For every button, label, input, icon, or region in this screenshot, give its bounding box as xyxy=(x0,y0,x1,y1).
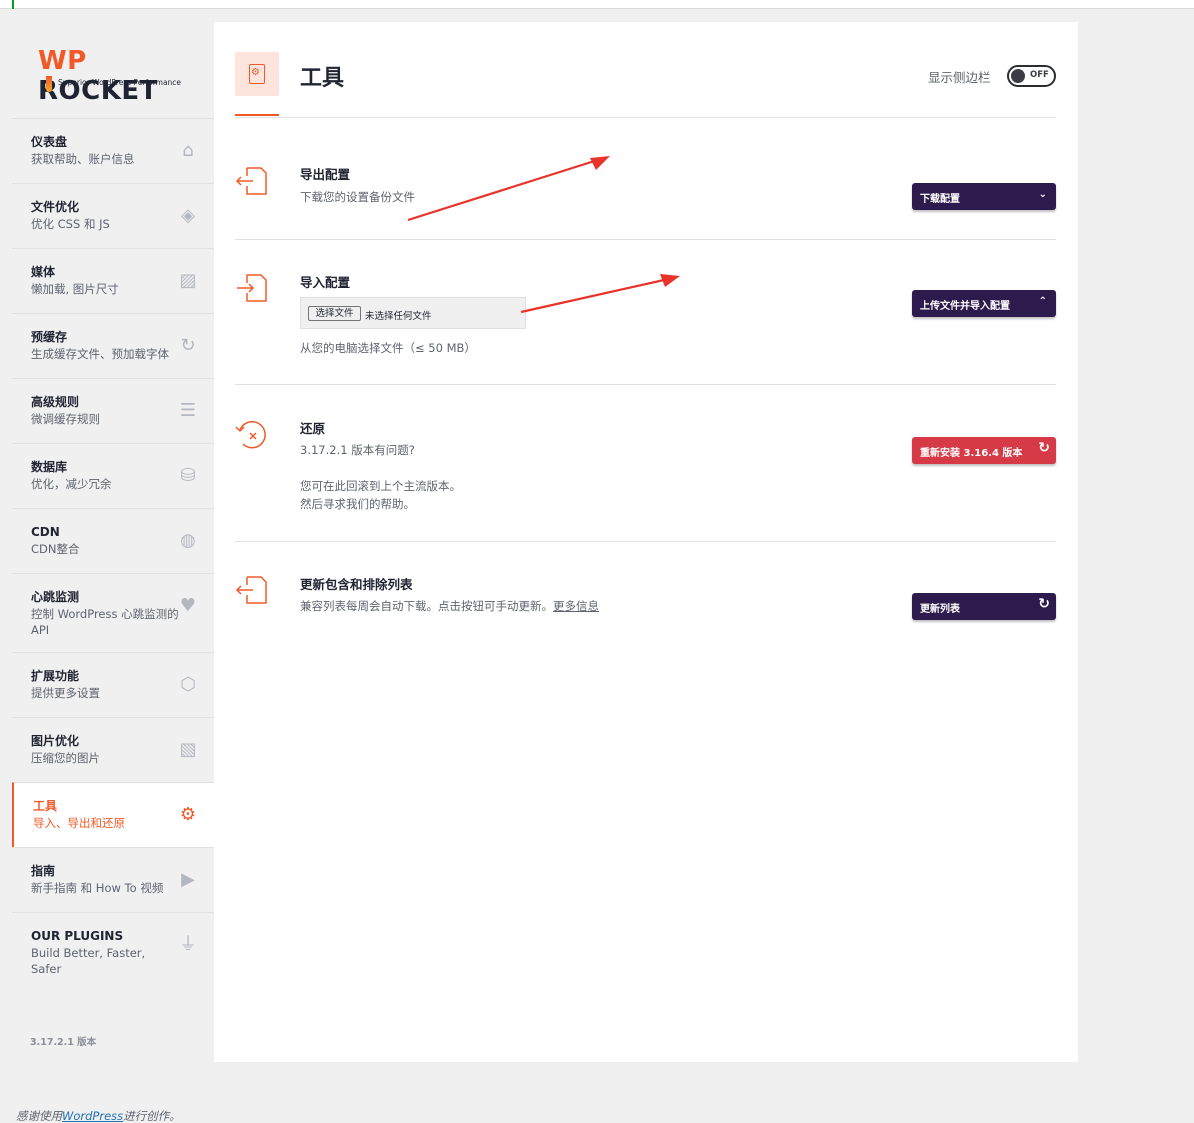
download-settings-button[interactable]: 下载配置 ⌄ xyxy=(912,183,1056,210)
home-icon: ⌂ xyxy=(182,140,194,161)
sidebar: WP ROCKET Superior WordPress Performance… xyxy=(12,22,214,1062)
images-icon: ▧ xyxy=(179,739,197,760)
divider xyxy=(235,117,1056,118)
sidebar-item-image-optimization[interactable]: 图片优化 压缩您的图片 ▧ xyxy=(12,717,214,782)
restore-version-issue: 3.17.2.1 版本有问题? xyxy=(300,443,415,457)
divider xyxy=(235,384,1056,385)
restore-title: 还原 xyxy=(300,421,326,436)
sidebar-item-tutorials[interactable]: 指南 新手指南 和 How To 视频 ▶ xyxy=(12,847,214,912)
globe-hand-icon: ◍ xyxy=(180,530,196,551)
sidebar-item-dashboard[interactable]: 仪表盘 获取帮助、账户信息 ⌂ xyxy=(12,118,214,183)
toggle-knob xyxy=(1011,69,1025,83)
image-icon: ▨ xyxy=(179,270,197,291)
file-status: 未选择任何文件 xyxy=(365,311,432,322)
database-icon: ⛁ xyxy=(180,465,196,486)
logo-tagline: Superior WordPress Performance xyxy=(58,78,182,87)
sidebar-item-database[interactable]: 数据库 优化，减少冗余 ⛁ xyxy=(12,443,214,508)
update-description: 兼容列表每周会自动下载。点击按钮可手动更新。更多信息 xyxy=(300,599,599,613)
sidebar-item-cdn[interactable]: CDN CDN整合 ◍ xyxy=(12,508,214,573)
plug-icon: ⏚ xyxy=(179,934,197,955)
sidebar-item-media[interactable]: 媒体 懒加载, 图片尺寸 ▨ xyxy=(12,248,214,313)
upload-import-button[interactable]: 上传文件并导入配置 ⌃ xyxy=(912,290,1056,317)
sidebar-item-tools[interactable]: 工具 导入、导出和还原 ⚙ xyxy=(12,782,214,847)
sidebar-nav: 仪表盘 获取帮助、账户信息 ⌂ 文件优化 优化 CSS 和 JS ◈ 媒体 懒加… xyxy=(12,118,214,977)
refresh-icon: ↻ xyxy=(1038,596,1050,612)
admin-topbar xyxy=(0,0,1194,9)
tools-panel: 工具 显示侧边栏 OFF 导出配置 下载您的设置备份文件 下载配置 ⌄ 导入配置… xyxy=(214,22,1078,1062)
topbar-indicator xyxy=(12,0,14,9)
chevron-down-icon: ⌄ xyxy=(1038,189,1047,200)
update-lists-button[interactable]: 更新列表 ↻ xyxy=(912,593,1056,620)
rollback-icon xyxy=(235,421,266,449)
more-info-link[interactable]: 更多信息 xyxy=(553,599,599,613)
sidebar-item-heartbeat[interactable]: 心跳监测 控制 WordPress 心跳监测的 API ♥ xyxy=(12,573,214,652)
file-input[interactable]: 选择文件 未选择任何文件 xyxy=(300,297,526,329)
sidebar-item-our-plugins[interactable]: OUR PLUGINS Build Better, Faster, Safer … xyxy=(12,912,214,977)
update-lists-icon xyxy=(235,576,267,604)
restore-rollback-text: 您可在此回滚到上个主流版本。 xyxy=(300,479,461,493)
import-hint: 从您的电脑选择文件（≤ 50 MB） xyxy=(300,341,476,355)
header-accent-underline xyxy=(235,114,279,116)
import-title: 导入配置 xyxy=(300,275,351,290)
logo-text: WP ROCKET xyxy=(38,46,158,106)
layers-icon: ◈ xyxy=(181,205,195,226)
show-sidebar-toggle[interactable]: OFF xyxy=(1007,65,1056,87)
show-sidebar-label: 显示侧边栏 xyxy=(928,70,991,85)
export-title: 导出配置 xyxy=(300,167,351,182)
wp-rocket-logo[interactable]: WP ROCKET Superior WordPress Performance xyxy=(38,46,198,116)
rocket-flame-icon xyxy=(46,76,52,92)
restore-help-text: 然后寻求我们的帮助。 xyxy=(300,497,415,511)
divider xyxy=(235,239,1056,240)
sidebar-item-advanced-rules[interactable]: 高级规则 微调缓存规则 ☰ xyxy=(12,378,214,443)
divider xyxy=(235,541,1056,542)
tools-doc-icon: ⚙ xyxy=(179,804,197,825)
sidebar-item-preload[interactable]: 预缓存 生成缓存文件、预加载字体 ↻ xyxy=(12,313,214,378)
export-icon xyxy=(235,167,267,195)
video-icon: ▶ xyxy=(181,869,195,890)
choose-file-button[interactable]: 选择文件 xyxy=(308,306,361,321)
list-icon: ☰ xyxy=(179,400,197,421)
import-icon xyxy=(237,274,267,302)
wordpress-link[interactable]: WordPress xyxy=(62,1109,123,1123)
annotation-arrow-import xyxy=(520,274,680,314)
page-title: 工具 xyxy=(300,66,345,91)
update-title: 更新包含和排除列表 xyxy=(300,577,413,592)
refresh-icon: ↻ xyxy=(180,335,196,356)
sidebar-item-file-optimization[interactable]: 文件优化 优化 CSS 和 JS ◈ xyxy=(12,183,214,248)
chevron-up-icon: ⌃ xyxy=(1038,296,1047,307)
annotation-arrow-export xyxy=(407,156,610,222)
tools-header-icon xyxy=(235,52,279,96)
export-description: 下载您的设置备份文件 xyxy=(300,190,415,204)
admin-footer: 感谢使用WordPress进行创作。 xyxy=(16,1109,181,1123)
cubes-icon: ⬡ xyxy=(180,674,196,695)
refresh-icon: ↻ xyxy=(1038,440,1050,456)
heartbeat-icon: ♥ xyxy=(179,595,197,616)
sidebar-item-addons[interactable]: 扩展功能 提供更多设置 ⬡ xyxy=(12,652,214,717)
plugin-version: 3.17.2.1 版本 xyxy=(30,1037,97,1048)
toggle-state: OFF xyxy=(1030,70,1049,80)
reinstall-version-button[interactable]: 重新安装 3.16.4 版本 ↻ xyxy=(912,437,1056,464)
